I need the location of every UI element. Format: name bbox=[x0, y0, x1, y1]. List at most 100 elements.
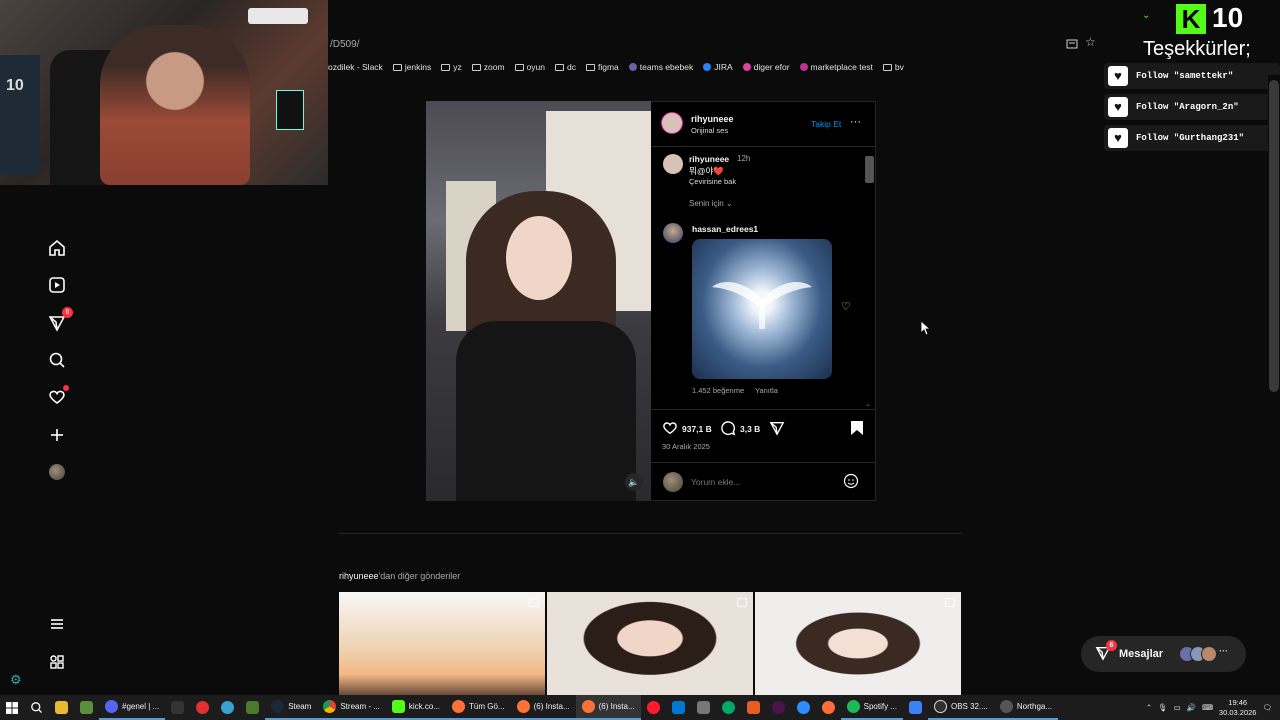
messages-bar[interactable]: 6 Mesajlar ··· bbox=[1081, 636, 1246, 672]
caption-avatar[interactable] bbox=[663, 154, 683, 174]
profile-icon[interactable] bbox=[47, 462, 67, 482]
clock-date: 30.03.2026 bbox=[1218, 707, 1257, 717]
taskbar-spotify[interactable]: Spotify ... bbox=[840, 695, 903, 720]
save-button[interactable] bbox=[850, 420, 864, 441]
taskbar-explorer[interactable] bbox=[49, 695, 74, 720]
taskbar-app-orange[interactable] bbox=[741, 695, 766, 720]
author-avatar[interactable] bbox=[661, 112, 683, 134]
notification-dot bbox=[63, 385, 69, 391]
taskbar-discord[interactable]: #genel | ... bbox=[99, 695, 166, 720]
taskbar-firefox-3[interactable]: (6) Insta... bbox=[575, 695, 641, 720]
keyboard-layout[interactable]: ⌨ bbox=[1202, 703, 1213, 712]
taskbar-app-green[interactable] bbox=[240, 695, 265, 720]
scroll-down-icon[interactable]: ⌄ bbox=[865, 400, 871, 408]
taskbar-obs[interactable]: OBS 32.... bbox=[927, 695, 994, 720]
bookmark-marketplace[interactable]: marketplace test bbox=[799, 62, 873, 72]
author-username[interactable]: rihyuneee bbox=[691, 114, 734, 124]
taskbar-firefox-1[interactable]: Tüm Gö... bbox=[446, 695, 511, 720]
like-button[interactable] bbox=[662, 420, 678, 441]
section-divider bbox=[339, 533, 962, 534]
comment-username[interactable]: hassan_edrees1 bbox=[692, 224, 758, 234]
taskbar-chrome[interactable]: Stream - ... bbox=[317, 695, 386, 720]
post-video[interactable]: 🔈 bbox=[426, 101, 651, 501]
taskbar-app-gray[interactable] bbox=[691, 695, 716, 720]
star-icon[interactable]: ☆ bbox=[1085, 36, 1097, 48]
network-icon[interactable]: ▭ bbox=[1174, 703, 1181, 712]
bookmark-diger-efor[interactable]: diger efor bbox=[742, 62, 790, 72]
taskbar-zoom[interactable] bbox=[791, 695, 816, 720]
create-icon[interactable] bbox=[47, 425, 67, 445]
notifications-icon[interactable] bbox=[47, 385, 69, 407]
taskbar-opera[interactable] bbox=[641, 695, 666, 720]
start-button[interactable] bbox=[0, 695, 24, 720]
bookmark-oyun[interactable]: oyun bbox=[514, 62, 545, 72]
notification-center-icon[interactable]: 🗨 bbox=[1262, 703, 1272, 712]
taskbar-app-red[interactable] bbox=[190, 695, 215, 720]
reader-icon[interactable] bbox=[1066, 37, 1078, 49]
comment-input[interactable] bbox=[691, 474, 841, 490]
post-thumbnail[interactable] bbox=[755, 592, 961, 695]
taskbar-firefox-2[interactable]: (6) Insta... bbox=[510, 695, 576, 720]
comment-count[interactable]: 3,3 B bbox=[740, 424, 760, 434]
reels-icon[interactable] bbox=[47, 275, 67, 295]
audio-label[interactable]: Orijinal ses bbox=[691, 126, 728, 135]
clock[interactable]: 19:46 30.03.2026 bbox=[1219, 698, 1257, 718]
comment-button[interactable] bbox=[720, 420, 736, 441]
bookmark-label: JIRA bbox=[714, 62, 733, 72]
taskbar-steam[interactable]: Steam bbox=[265, 695, 318, 720]
taskbar-northgard[interactable]: Northga... bbox=[993, 695, 1059, 720]
taskbar-app-a[interactable] bbox=[903, 695, 928, 720]
folder-icon bbox=[471, 63, 481, 71]
taskbar-kick[interactable]: kick.co... bbox=[385, 695, 447, 720]
comment-like-icon[interactable]: ♡ bbox=[841, 300, 851, 313]
windows-icon bbox=[6, 701, 18, 714]
search-icon[interactable] bbox=[47, 350, 67, 370]
comments-scrollbar[interactable] bbox=[865, 156, 874, 183]
menu-icon[interactable] bbox=[47, 614, 67, 634]
folder-icon bbox=[514, 63, 524, 71]
bookmark-jenkins[interactable]: jenkins bbox=[392, 62, 431, 72]
like-count[interactable]: 937,1 B bbox=[682, 424, 712, 434]
caption-username[interactable]: rihyuneee bbox=[689, 154, 729, 164]
microphone-icon[interactable]: 🎙 bbox=[1158, 703, 1168, 712]
more-icon[interactable] bbox=[47, 652, 67, 672]
taskbar-vscode[interactable] bbox=[666, 695, 691, 720]
comment-avatar[interactable] bbox=[663, 223, 683, 243]
bookmark-jira[interactable]: JIRA bbox=[703, 62, 733, 72]
reply-button[interactable]: Yanıtla bbox=[755, 386, 778, 395]
for-you-toggle[interactable]: Senin için ⌄ bbox=[689, 199, 733, 208]
home-icon[interactable] bbox=[47, 238, 67, 258]
app-icon bbox=[721, 701, 735, 714]
mute-icon[interactable]: 🔈 bbox=[625, 473, 643, 491]
post-thumbnail[interactable] bbox=[339, 592, 545, 695]
gear-icon[interactable]: ⚙ bbox=[10, 672, 24, 687]
page-scrollbar-thumb[interactable] bbox=[1269, 80, 1279, 392]
taskbar-app-teal[interactable] bbox=[716, 695, 741, 720]
bookmark-slack[interactable]: ozdilek - Slack bbox=[328, 62, 383, 72]
taskbar-app-blue[interactable] bbox=[215, 695, 240, 720]
bookmark-teams[interactable]: teams ebebek bbox=[628, 62, 693, 72]
comment-image[interactable] bbox=[692, 239, 832, 379]
post-thumbnail[interactable] bbox=[547, 592, 753, 695]
volume-icon[interactable]: 🔊 bbox=[1187, 703, 1196, 712]
more-options-icon[interactable]: ··· bbox=[850, 116, 861, 128]
chevron-down-icon[interactable]: ⌄ bbox=[1142, 10, 1150, 21]
share-button[interactable] bbox=[769, 420, 785, 441]
address-bar[interactable]: /D509/ bbox=[330, 39, 359, 50]
follow-button[interactable]: Takip Et bbox=[811, 119, 841, 129]
messages-icon[interactable]: 6 bbox=[47, 307, 73, 333]
chevron-up-icon[interactable]: ⌃ bbox=[1146, 703, 1152, 712]
bookmark-dc[interactable]: dc bbox=[555, 62, 576, 72]
taskbar-slack[interactable] bbox=[766, 695, 791, 720]
taskbar-epic[interactable] bbox=[165, 695, 190, 720]
bookmark-figma[interactable]: figma bbox=[586, 62, 619, 72]
more-posts-author[interactable]: rihyuneee bbox=[339, 571, 379, 581]
emoji-icon[interactable] bbox=[843, 473, 859, 494]
bookmark-yz[interactable]: yz bbox=[441, 62, 462, 72]
search-button[interactable] bbox=[24, 695, 49, 720]
bookmark-zoom[interactable]: zoom bbox=[471, 62, 505, 72]
bookmark-bv[interactable]: bv bbox=[882, 62, 904, 72]
translate-link[interactable]: Çevirisine bak bbox=[689, 177, 736, 186]
taskbar-minecraft[interactable] bbox=[74, 695, 99, 720]
taskbar-postman[interactable] bbox=[816, 695, 841, 720]
